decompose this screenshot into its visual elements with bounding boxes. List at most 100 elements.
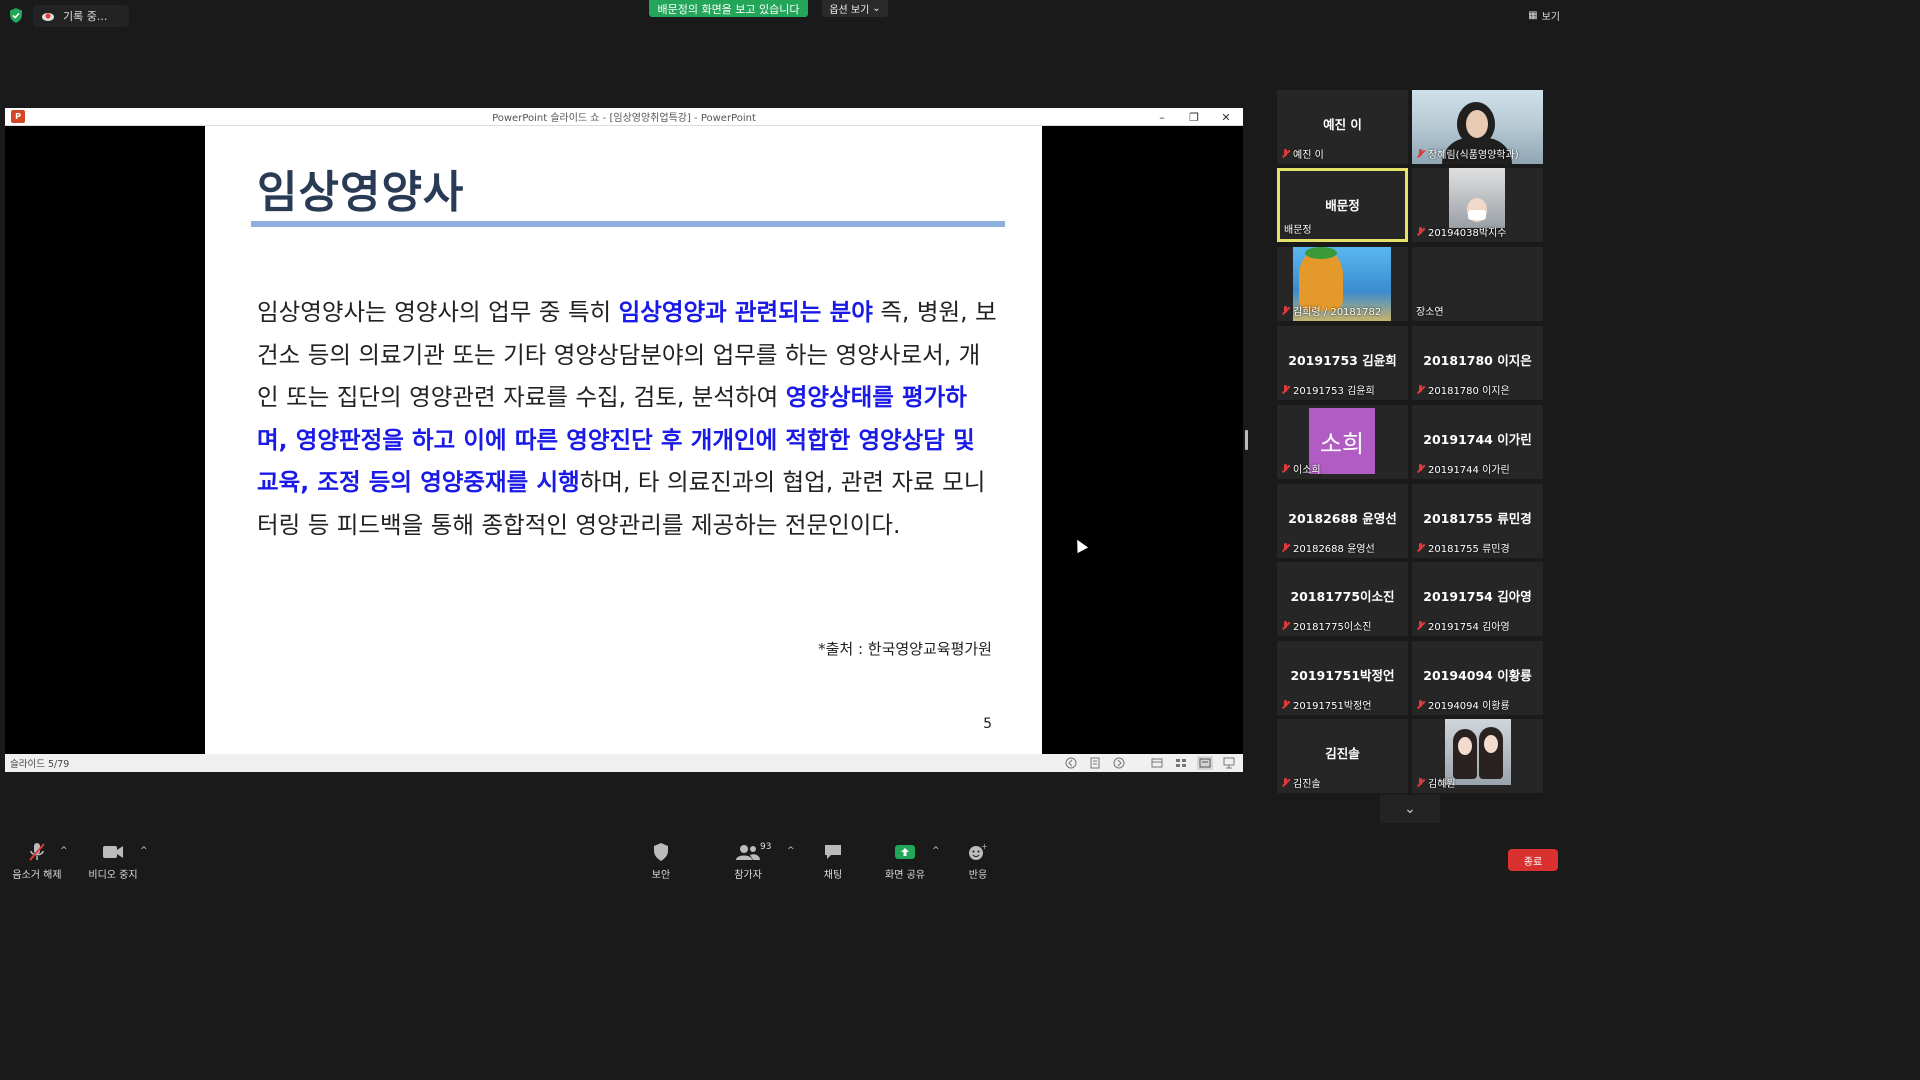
participant-tile[interactable]: 20181755 류민경 20181755 류민경 <box>1412 484 1543 558</box>
share-screen-button[interactable]: 화면 공유 <box>880 842 930 881</box>
slide[interactable]: 임상영양사 임상영양사는 영양사의 업무 중 특히 임상영양과 관련되는 분야 … <box>205 126 1042 754</box>
body-text: 임상영양사는 영양사의 업무 중 특히 <box>257 298 619 326</box>
participant-name: 김진솔 <box>1293 779 1321 790</box>
mic-muted-icon <box>1416 384 1425 395</box>
slide-sorter-icon[interactable] <box>1173 756 1189 770</box>
mic-muted-icon <box>1281 384 1290 395</box>
participant-display-name: 20182688 윤영선 <box>1288 511 1397 526</box>
mic-muted-icon <box>1416 777 1425 788</box>
slide-title: 임상영양사 <box>257 167 465 218</box>
participant-tile[interactable]: 20182688 윤영선 20182688 윤영선 <box>1277 484 1408 558</box>
participant-tile[interactable]: 예진 이 예진 이 <box>1277 90 1408 164</box>
video-options-caret[interactable]: ^ <box>140 846 148 856</box>
view-options-dropdown[interactable]: 옵션 보기 ⌄ <box>822 0 888 17</box>
chat-button[interactable]: 채팅 <box>815 842 851 881</box>
highlighted-text: 임상영양과 관련되는 분야 <box>618 298 873 326</box>
restore-button[interactable]: ❐ <box>1179 108 1209 126</box>
security-button[interactable]: 보안 <box>640 842 682 881</box>
minimize-button[interactable]: – <box>1147 108 1177 126</box>
mic-muted-icon <box>1416 148 1425 159</box>
share-screen-label: 화면 공유 <box>885 870 925 881</box>
participant-display-name: 김진솔 <box>1325 746 1360 761</box>
mic-muted-icon <box>1281 463 1290 474</box>
chat-label: 채팅 <box>823 870 843 881</box>
participant-tile[interactable]: 20191751박정언 20191751박정언 <box>1277 641 1408 715</box>
participant-tile[interactable]: 20181775이소진 20181775이소진 <box>1277 562 1408 636</box>
slideshow-stage[interactable]: 임상영양사 임상영양사는 영양사의 업무 중 특히 임상영양과 관련되는 분야 … <box>5 126 1243 754</box>
participant-display-name: 배문정 <box>1325 198 1360 213</box>
splitter-handle[interactable] <box>1245 430 1248 450</box>
participant-tile[interactable]: 20191754 김아영 20191754 김아영 <box>1412 562 1543 636</box>
participant-tile[interactable]: 장혜림(식품영양학과) <box>1412 90 1543 164</box>
unmute-button[interactable]: 음소거 해제 <box>10 842 64 881</box>
title-underline <box>251 221 1005 227</box>
share-options-caret[interactable]: ^ <box>932 846 940 856</box>
participant-name: 김혜원 <box>1428 779 1456 790</box>
slide-menu-icon[interactable] <box>1087 756 1103 770</box>
grid-icon: ▦ <box>1528 10 1538 21</box>
participant-display-name: 20191744 이가린 <box>1423 432 1532 447</box>
slide-counter: 슬라이드 5/79 <box>10 759 70 770</box>
participant-tile[interactable]: 소희 이소희 <box>1277 405 1408 479</box>
participant-display-name: 20191754 김아영 <box>1423 589 1532 604</box>
participants-count: 93 <box>760 842 772 852</box>
reading-view-icon[interactable] <box>1197 756 1213 770</box>
participant-name: 장혜림(식품영양학과) <box>1428 150 1519 161</box>
previous-slide-icon[interactable] <box>1063 756 1079 770</box>
participants-options-caret[interactable]: ^ <box>787 846 795 856</box>
participant-name: 20181780 이지은 <box>1428 386 1510 397</box>
view-label: 보기 <box>1541 12 1560 23</box>
participant-tile[interactable]: 장소연 <box>1412 247 1543 321</box>
reactions-button[interactable]: + 반응 <box>962 842 994 881</box>
mic-muted-icon <box>1281 777 1290 788</box>
audio-options-caret[interactable]: ^ <box>60 846 68 856</box>
participant-tile[interactable]: 김진솔 김진솔 <box>1277 719 1408 793</box>
svg-text:+: + <box>981 843 988 851</box>
slideshow-view-icon[interactable] <box>1221 756 1237 770</box>
participant-name: 장소연 <box>1416 307 1444 318</box>
participant-tile[interactable]: 김희령 / 20181782 <box>1277 247 1408 321</box>
participant-name-label: 김희령 / 20181782 <box>1281 303 1381 318</box>
participant-name-label: 20191754 김아영 <box>1416 618 1510 633</box>
participant-tile[interactable]: 김혜원 <box>1412 719 1543 793</box>
viewing-screen-banner: 배문정의 화면을 보고 있습니다 <box>649 0 808 17</box>
mic-muted-icon <box>1416 620 1425 631</box>
participant-name-label: 장혜림(식품영양학과) <box>1416 146 1519 161</box>
security-shield-icon[interactable] <box>9 8 23 23</box>
end-meeting-button[interactable]: 종료 <box>1508 849 1558 871</box>
view-layout-button[interactable]: ▦ 보기 <box>1528 8 1560 23</box>
smiley-icon: + <box>969 843 988 860</box>
participant-tile[interactable]: 20181780 이지은 20181780 이지은 <box>1412 326 1543 400</box>
participant-tile[interactable]: 20191753 김윤희 20191753 김윤희 <box>1277 326 1408 400</box>
normal-view-icon[interactable] <box>1149 756 1165 770</box>
mic-muted-icon <box>1416 226 1425 237</box>
slide-page-number: 5 <box>983 716 992 732</box>
participant-name-label: 김혜원 <box>1416 775 1456 790</box>
participant-tile[interactable]: 배문정 배문정 <box>1277 168 1408 242</box>
recording-label: 기록 중... <box>63 10 108 23</box>
share-screen-icon <box>895 845 915 859</box>
mic-muted-icon <box>1416 463 1425 474</box>
unmute-label: 음소거 해제 <box>12 870 62 881</box>
close-button[interactable]: ✕ <box>1211 108 1241 126</box>
mic-muted-icon <box>29 843 45 861</box>
participant-name-label: 20194094 이황룡 <box>1416 697 1510 712</box>
participant-name-label: 20181780 이지은 <box>1416 382 1510 397</box>
mic-muted-icon <box>1281 305 1290 316</box>
recording-indicator[interactable]: 기록 중... <box>33 5 129 27</box>
participant-name-label: 20181775이소진 <box>1281 618 1372 633</box>
chat-bubble-icon <box>825 845 841 859</box>
participant-tile[interactable]: 20194038박지수 <box>1412 168 1543 242</box>
participant-tile[interactable]: 20194094 이황룡 20194094 이황룡 <box>1412 641 1543 715</box>
participant-video <box>1449 168 1505 228</box>
participant-name-label: 20182688 윤영선 <box>1281 540 1375 555</box>
participant-name-label: 20181755 류민경 <box>1416 540 1510 555</box>
mic-muted-icon <box>1281 620 1290 631</box>
gallery-scroll-down-button[interactable]: ⌄ <box>1380 795 1440 823</box>
participant-tile[interactable]: 20191744 이가린 20191744 이가린 <box>1412 405 1543 479</box>
participant-display-name: 20191753 김윤희 <box>1288 353 1397 368</box>
stop-video-button[interactable]: 비디오 중지 <box>86 842 140 881</box>
slide-source: *출처 : 한국영양교육평가원 <box>818 640 992 658</box>
next-slide-icon[interactable] <box>1111 756 1127 770</box>
participants-button[interactable]: 93 참가자 <box>728 842 772 881</box>
